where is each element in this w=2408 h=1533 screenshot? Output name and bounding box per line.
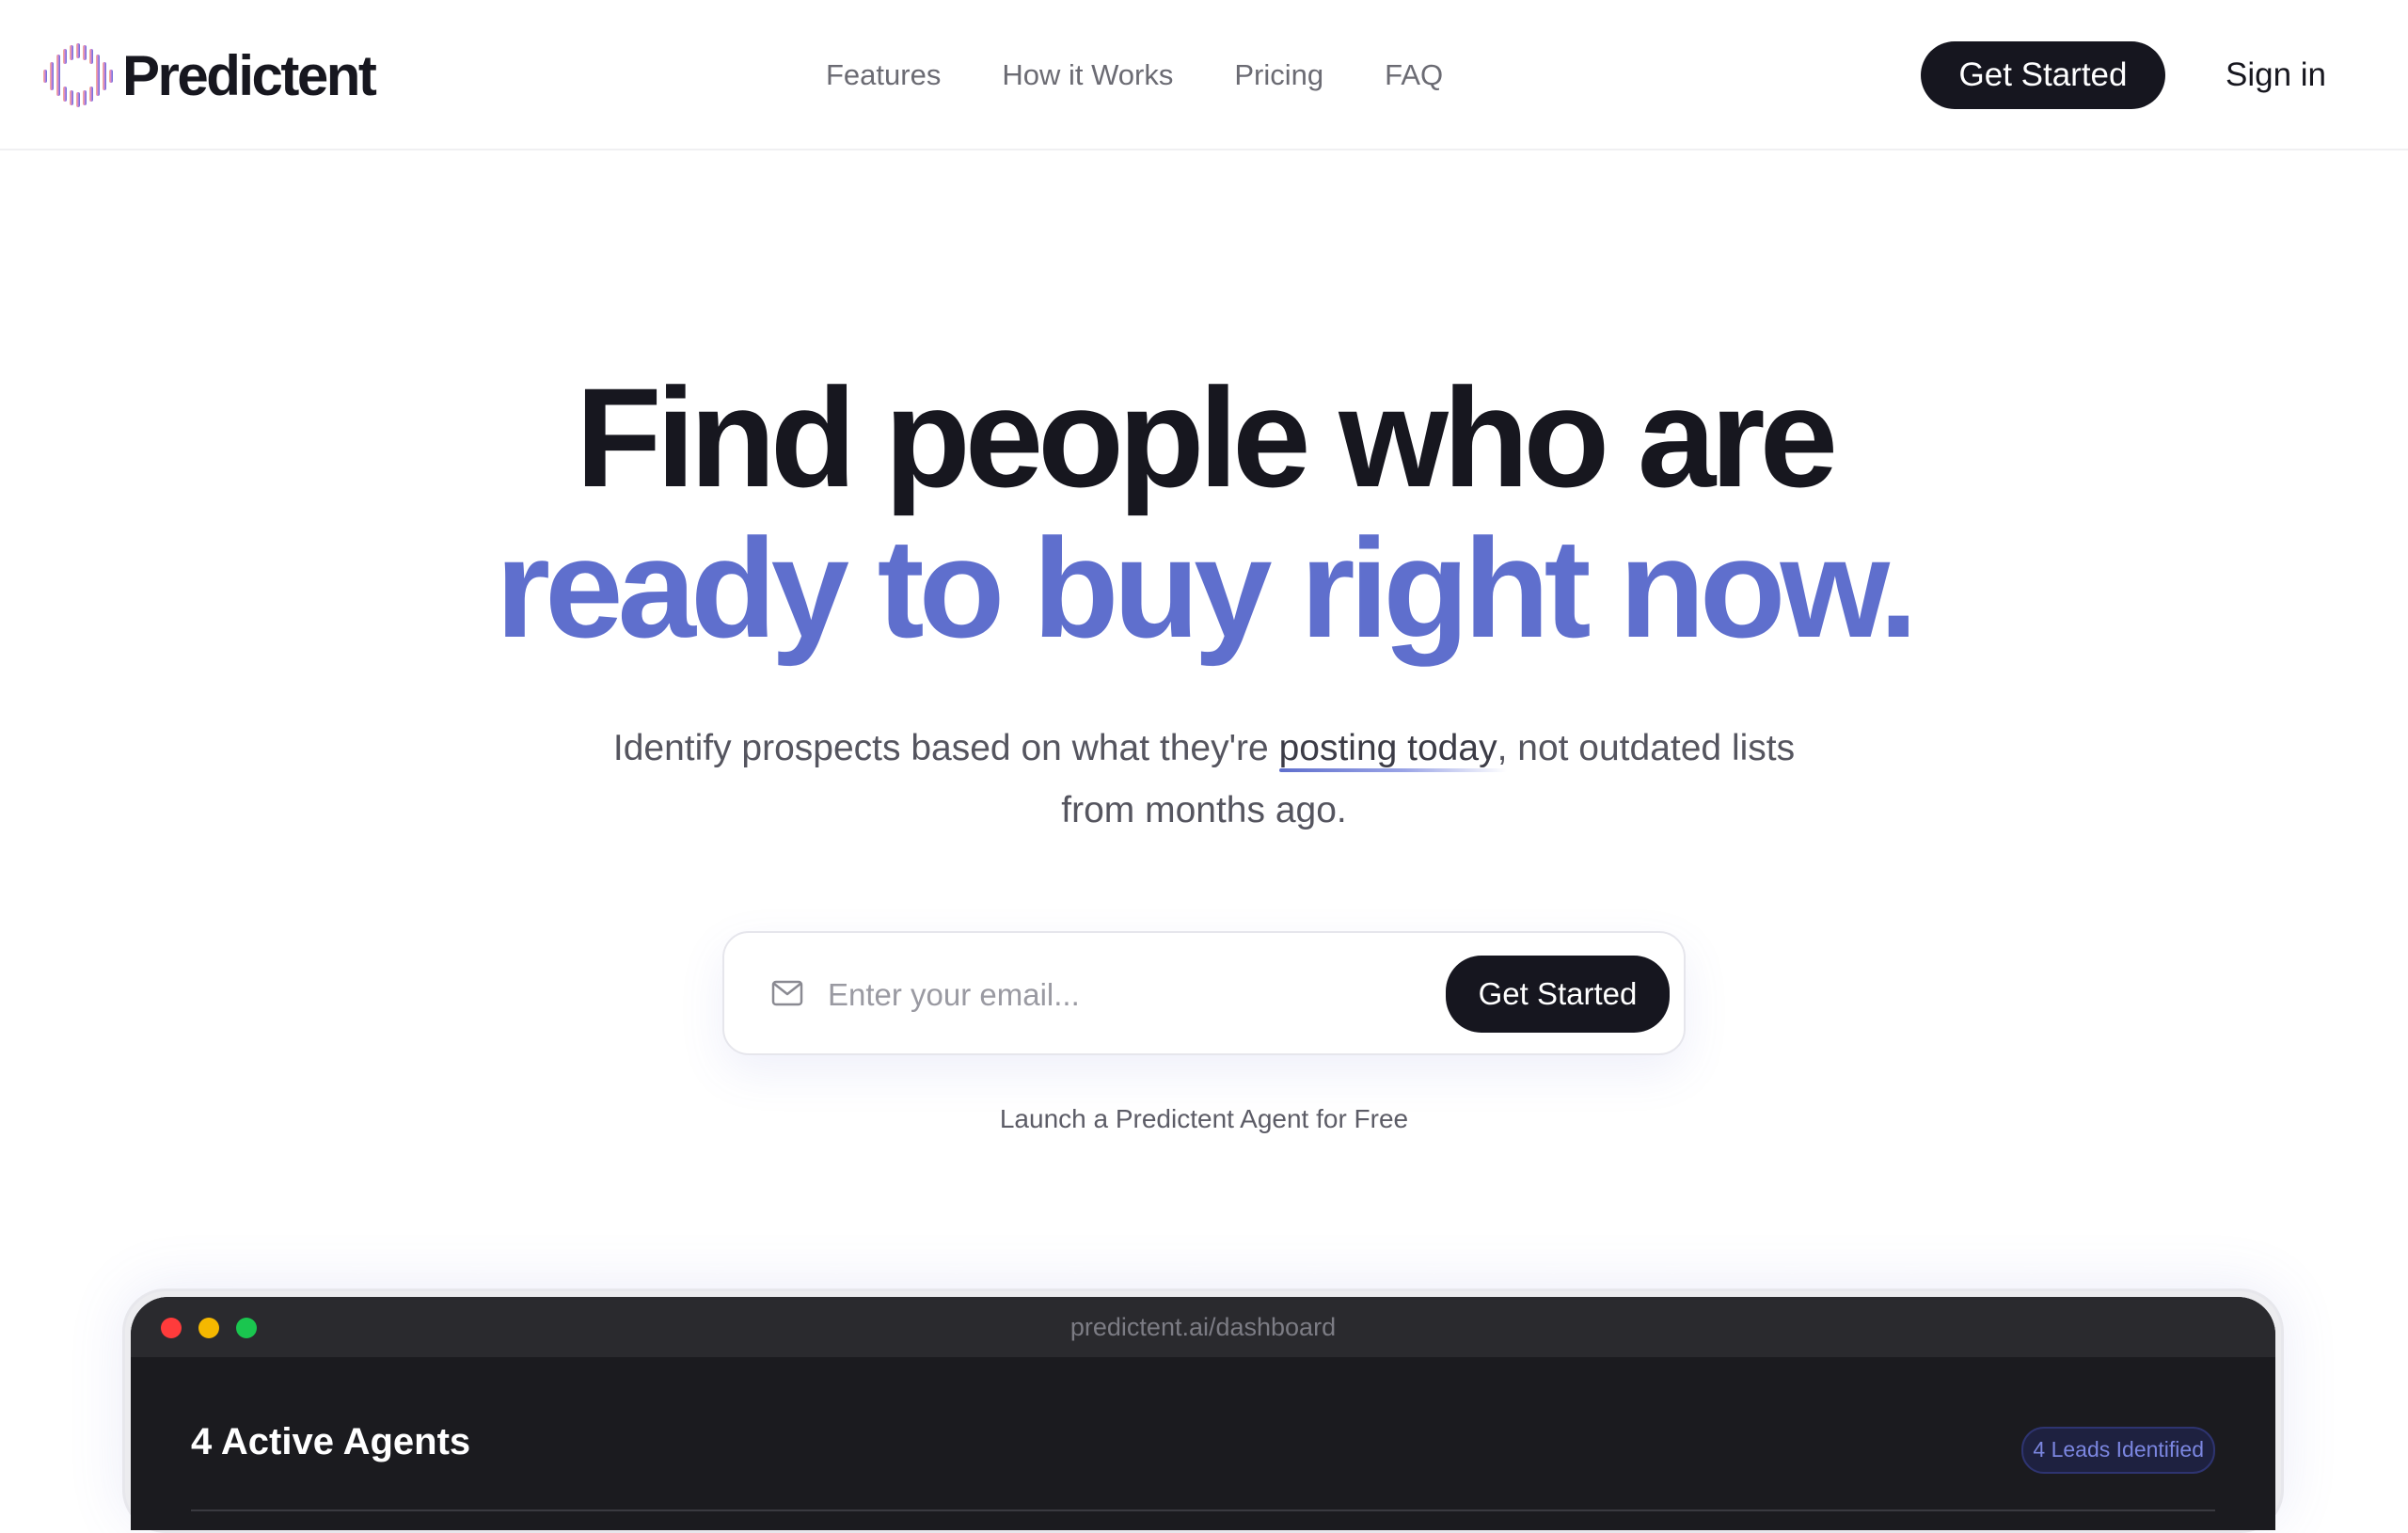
subtitle-text-before: Identify prospects based on what they're [612,728,1279,768]
dashboard-url: predictent.ai/dashboard [1069,1313,1337,1341]
window-titlebar: predictent.ai/dashboard [131,1297,2275,1357]
nav-how-it-works[interactable]: How it Works [1002,53,1173,98]
subtitle-highlight: posting today [1278,728,1497,768]
subtitle-text-after: , not outdated lists [1497,728,1796,768]
leads-identified-badge: 4 Leads Identified [2021,1427,2215,1474]
brand-name: Predictent [122,43,377,107]
email-signup-form: Get Started [722,931,1686,1055]
site-header: Predictent Features How it Works Pricing… [0,0,2408,150]
sign-in-link[interactable]: Sign in [2226,49,2326,102]
signup-get-started-button[interactable]: Get Started [1446,956,1670,1033]
nav-pricing[interactable]: Pricing [1234,53,1323,98]
hero-subtitle-line2: from months ago. [1061,790,1347,830]
header-get-started-button[interactable]: Get Started [1921,41,2165,109]
dashboard-preview: predictent.ai/dashboard 4 Active Agents … [122,1288,2284,1533]
predictent-logo-icon [43,43,113,107]
nav-faq[interactable]: FAQ [1385,53,1443,98]
launch-agent-note: Launch a Predictent Agent for Free [999,1104,1409,1133]
dashboard-window: predictent.ai/dashboard 4 Active Agents … [131,1297,2275,1530]
dashboard-divider [191,1509,2215,1511]
hero-headline-line2: ready to buy right now. [495,509,1919,667]
brand-logo[interactable]: Predictent [41,41,377,109]
nav-features[interactable]: Features [826,53,941,98]
email-input[interactable] [826,961,1413,1029]
mail-icon [771,980,803,1006]
hero-headline-line1: Find people who are [575,358,1838,516]
active-agents-title: 4 Active Agents [191,1421,471,1462]
hero-subtitle-line1: Identify prospects based on what they're… [0,718,2408,780]
main-nav: Features How it Works Pricing FAQ [826,53,1504,98]
